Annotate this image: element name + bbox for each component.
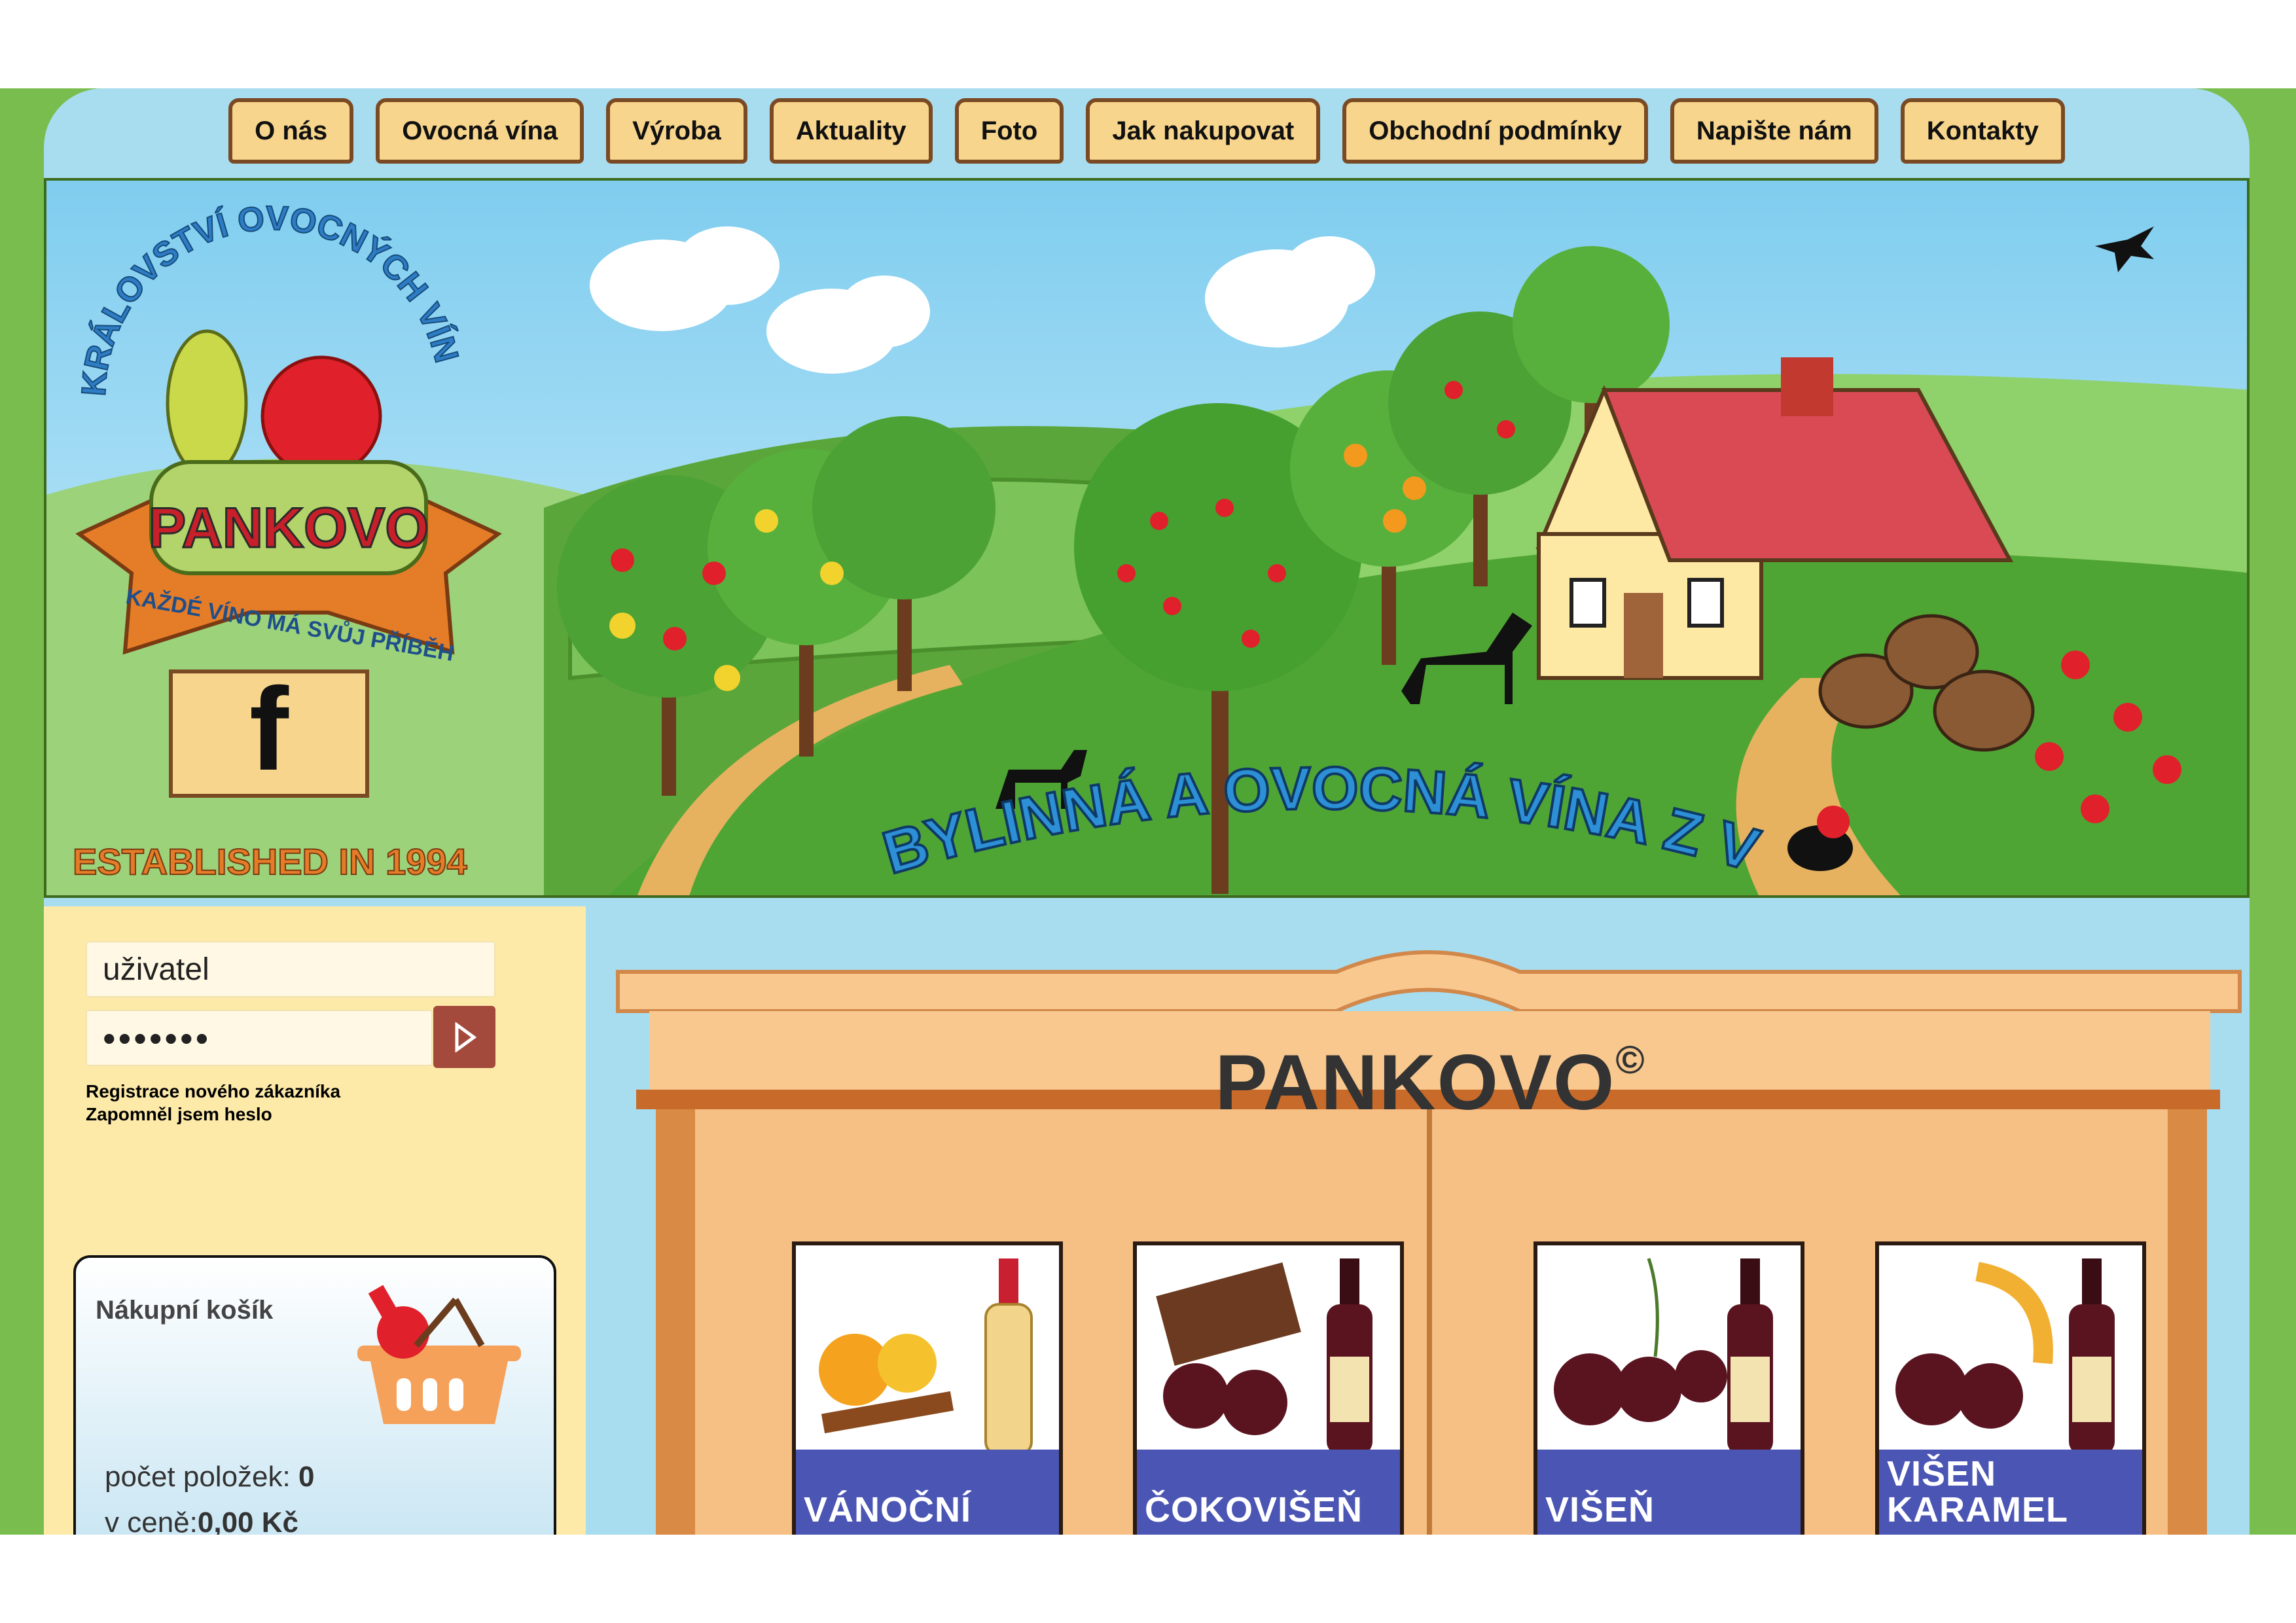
- nav-o-nas[interactable]: O nás: [228, 98, 354, 164]
- product-name: ČOKOVIŠEŇ: [1145, 1489, 1363, 1529]
- main-navigation: O nás Ovocná vína Výroba Aktuality Foto …: [44, 98, 2250, 178]
- password-input[interactable]: [86, 1010, 433, 1066]
- product-card[interactable]: VÁNOČNÍ: [792, 1241, 1063, 1535]
- product-name: VÁNOČNÍ: [804, 1489, 972, 1529]
- nav-ovocna-vina[interactable]: Ovocná vína: [376, 98, 584, 164]
- wine-bottle-icon: [1156, 1258, 1372, 1455]
- product-showcase: PANKOVO© VÁNOČNÍ ČOKOVIŠEŇ VIŠEŇ VIŠEN K…: [610, 906, 2250, 1535]
- login-submit-button[interactable]: [433, 1006, 495, 1068]
- wine-bottle-icon: [1554, 1258, 1773, 1455]
- nav-aktuality[interactable]: Aktuality: [769, 98, 933, 164]
- sidebar: Registrace nového zákazníka Zapomněl jse…: [44, 906, 586, 1535]
- wine-bottle-icon: [819, 1258, 1033, 1456]
- register-link[interactable]: Registrace nového zákazníka: [86, 1081, 340, 1102]
- nav-foto[interactable]: Foto: [954, 98, 1064, 164]
- cart-count: počet položek: 0: [105, 1461, 315, 1493]
- username-input[interactable]: [86, 941, 495, 997]
- wine-bottle-icon: [1895, 1258, 2115, 1455]
- product-card[interactable]: VIŠEN KARAMEL: [1875, 1241, 2146, 1535]
- svg-text:ESTABLISHED IN 1994: ESTABLISHED IN 1994: [73, 841, 467, 882]
- svg-text:f: f: [249, 664, 289, 795]
- cart-title: Nákupní košík: [96, 1296, 274, 1325]
- product-name: VIŠEN KARAMEL: [1887, 1454, 2068, 1529]
- banner-illustration: KRÁLOVSTVÍ OVOCNÝCH VÍN PANKOVO KAŽDÉ VÍ…: [46, 181, 2247, 895]
- nav-vyroba[interactable]: Výroba: [606, 98, 747, 164]
- nav-jak-nakupovat[interactable]: Jak nakupovat: [1086, 98, 1321, 164]
- nav-obchodni-podminky[interactable]: Obchodní podmínky: [1342, 98, 1648, 164]
- cart-price: v ceně:0,00 Kč: [105, 1507, 298, 1535]
- product-card[interactable]: ČOKOVIŠEŇ: [1133, 1241, 1404, 1535]
- site-container: O nás Ovocná vína Výroba Aktuality Foto …: [44, 88, 2250, 1535]
- facebook-icon: f: [169, 664, 369, 798]
- nav-kontakty[interactable]: Kontakty: [1900, 98, 2065, 164]
- product-card[interactable]: VIŠEŇ: [1534, 1241, 1804, 1535]
- play-arrow-icon: [455, 1022, 476, 1052]
- forgot-password-link[interactable]: Zapomněl jsem heslo: [86, 1104, 272, 1125]
- product-name: VIŠEŇ: [1545, 1489, 1655, 1529]
- shopping-cart[interactable]: Nákupní košík počet položek: 0 v ceně:0,…: [73, 1255, 556, 1535]
- shop-brand: PANKOVO©: [1215, 1038, 1645, 1126]
- header-banner: KRÁLOVSTVÍ OVOCNÝCH VÍN PANKOVO KAŽDÉ VÍ…: [44, 178, 2250, 898]
- nav-napiste-nam[interactable]: Napište nám: [1670, 98, 1878, 164]
- basket-icon: [357, 1285, 521, 1424]
- svg-text:PANKOVO: PANKOVO: [149, 497, 429, 560]
